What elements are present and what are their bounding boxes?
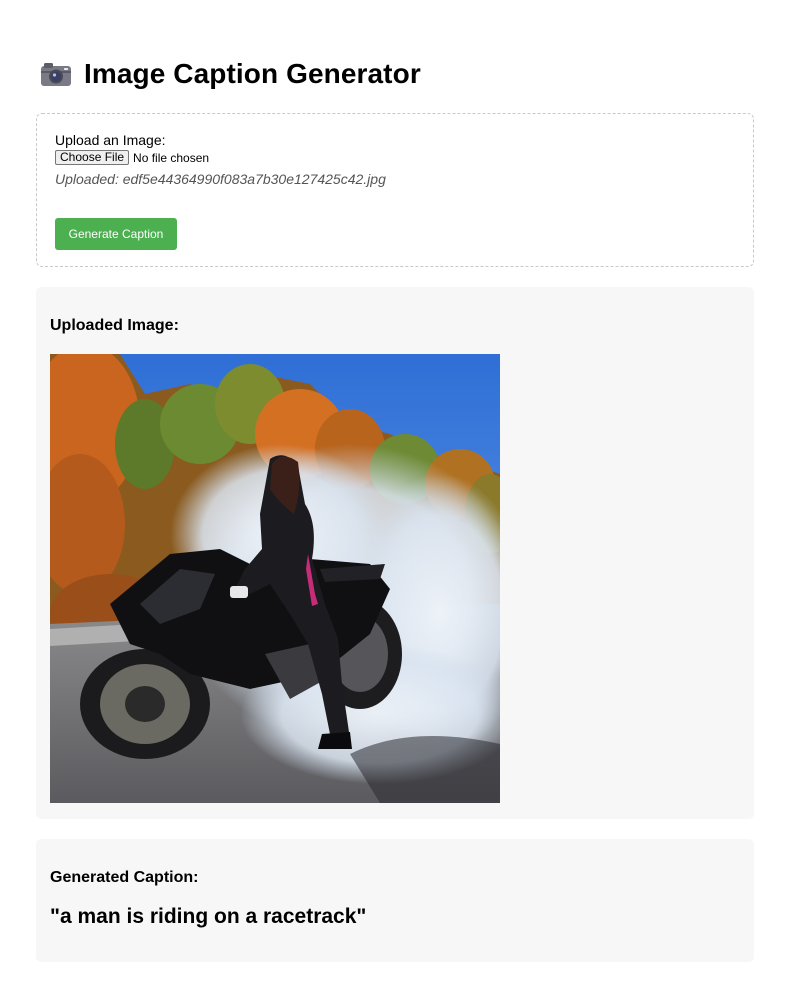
camera-icon	[41, 63, 71, 86]
header: Image Caption Generator	[40, 58, 421, 90]
page: Image Caption Generator Upload an Image:…	[0, 0, 806, 999]
choose-file-button[interactable]: Choose File	[55, 150, 130, 165]
file-input[interactable]: Choose File No file chosen	[55, 150, 209, 165]
uploaded-filename: Uploaded: edf5e44364990f083a7b30e127425c…	[55, 171, 386, 187]
page-title: Image Caption Generator	[84, 58, 421, 89]
generated-caption-section: Generated Caption: "a man is riding on a…	[36, 839, 754, 962]
uploaded-photo	[50, 354, 500, 803]
uploaded-image-heading: Uploaded Image:	[50, 317, 179, 334]
caption-heading: Generated Caption:	[50, 869, 199, 886]
generate-caption-button[interactable]: Generate Caption	[55, 218, 177, 250]
upload-card: Upload an Image: Choose File No file cho…	[36, 113, 754, 267]
upload-label: Upload an Image:	[55, 132, 166, 148]
caption-text: "a man is riding on a racetrack"	[50, 905, 367, 928]
file-status-text: No file chosen	[133, 150, 210, 165]
uploaded-image-section: Uploaded Image:	[36, 287, 754, 819]
